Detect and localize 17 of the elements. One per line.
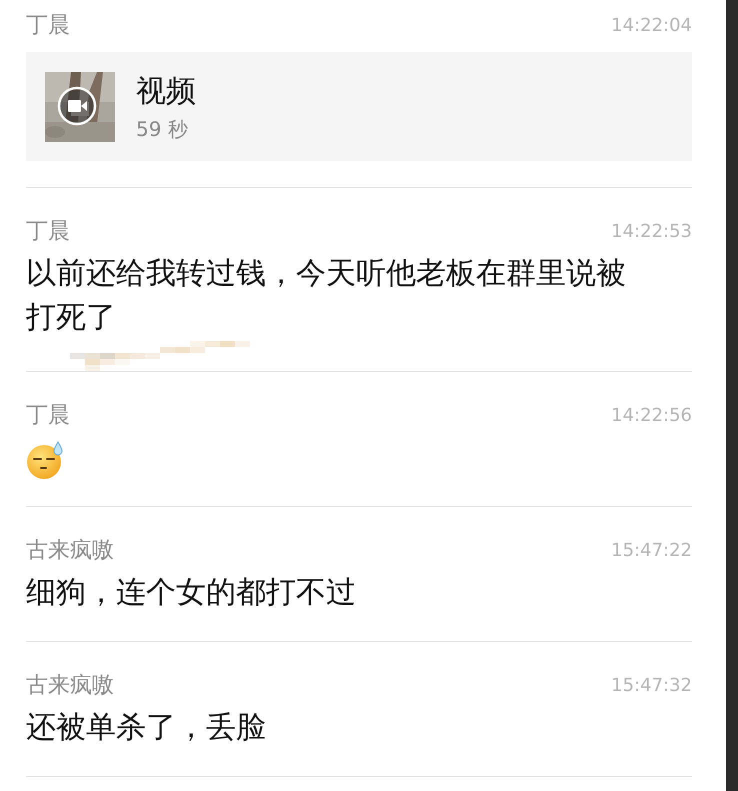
sender-name: 丁晨 — [26, 218, 70, 246]
video-title: 视频 — [136, 72, 196, 110]
message-time: 15:47:22 — [611, 540, 692, 560]
sender-name: 古来疯嗷 — [26, 672, 114, 700]
video-card[interactable]: 视频 59 秒 — [26, 52, 692, 161]
video-camera-icon — [57, 86, 97, 126]
sender-name: 丁晨 — [26, 12, 70, 40]
sender-name: 丁晨 — [26, 402, 70, 430]
message-time: 14:22:53 — [611, 220, 692, 242]
video-duration: 59 秒 — [136, 116, 189, 142]
message-text: 以前还给我转过钱，今天听他老板在群里说被打死了 — [26, 255, 627, 337]
message-text: 还被单杀了，丢脸 — [26, 709, 267, 747]
sender-name: 古来疯嗷 — [26, 537, 114, 565]
message-time: 15:47:32 — [611, 674, 692, 696]
message-text: 细狗，连个女的都打不过 — [26, 574, 357, 612]
message-time: 14:22:56 — [611, 404, 692, 426]
message-time: 14:22:04 — [611, 14, 692, 36]
